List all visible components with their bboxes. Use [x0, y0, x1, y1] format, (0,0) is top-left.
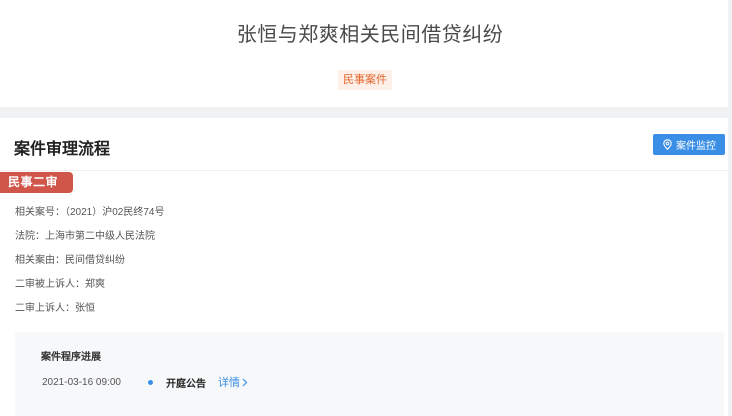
- detail-link[interactable]: 详情: [218, 374, 248, 390]
- chevron-right-icon: [242, 378, 248, 387]
- progress-date: 2021-03-16 09:00: [42, 376, 121, 388]
- cause-row: 相关案由：民间借贷纠纷: [15, 254, 165, 278]
- case-header-card: 张恒与郑爽相关民间借贷纠纷 民事案件: [0, 0, 728, 107]
- progress-event: 开庭公告: [166, 378, 206, 390]
- timeline-dot-icon: [148, 379, 153, 385]
- info-value: 张恒: [75, 303, 95, 314]
- info-label: 二审上诉人：: [15, 303, 75, 314]
- case-number-row: 相关案号：（2021）沪02民终74号: [15, 206, 165, 230]
- case-progress-panel: 案件程序进展 2021-03-16 09:00 开庭公告 详情: [15, 332, 724, 416]
- info-label: 二审被上诉人：: [15, 279, 85, 290]
- location-pin-icon: [662, 139, 673, 150]
- detail-link-label: 详情: [218, 377, 240, 389]
- info-value: 民间借贷纠纷: [65, 255, 125, 266]
- appellant-row: 二审上诉人：张恒: [15, 302, 165, 326]
- section-title: 案件审理流程: [14, 141, 111, 158]
- appellee-row: 二审被上诉人：郑爽: [15, 278, 165, 302]
- case-type-badge: 民事案件: [338, 70, 392, 90]
- case-title: 张恒与郑爽相关民间借贷纠纷: [236, 24, 504, 46]
- stage-tag: 民事二审: [0, 172, 73, 193]
- info-label: 相关案号：: [15, 207, 65, 218]
- info-label: 相关案由：: [15, 255, 65, 266]
- section-divider: [0, 170, 728, 171]
- info-label: 法院：: [15, 231, 45, 242]
- court-row: 法院：上海市第二中级人民法院: [15, 230, 165, 254]
- case-monitor-button[interactable]: 案件监控: [653, 134, 725, 155]
- info-value: 上海市第二中级人民法院: [45, 231, 155, 242]
- info-value: （2021）沪02民终74号: [65, 207, 165, 218]
- info-value: 郑爽: [85, 279, 105, 290]
- progress-item: 2021-03-16 09:00 开庭公告 详情: [42, 374, 248, 390]
- case-process-card: 案件审理流程 案件监控 民事二审 相关案号：（2021）沪02民终74号 法院：…: [0, 118, 728, 416]
- case-info-list: 相关案号：（2021）沪02民终74号 法院：上海市第二中级人民法院 相关案由：…: [15, 206, 165, 326]
- progress-title: 案件程序进展: [41, 352, 101, 363]
- case-monitor-label: 案件监控: [676, 141, 716, 152]
